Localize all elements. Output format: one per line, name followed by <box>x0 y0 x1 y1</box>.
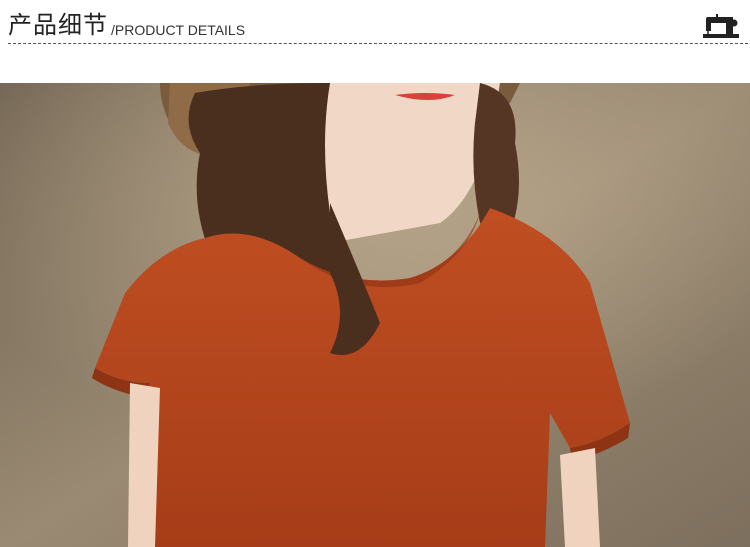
product-photo <box>0 83 750 547</box>
section-title: 产品细节 <box>8 11 108 39</box>
section-subtitle: /PRODUCT DETAILS <box>111 22 246 38</box>
sewing-machine-icon <box>703 14 741 40</box>
section-header: 产品细节 /PRODUCT DETAILS <box>0 0 750 44</box>
header-divider <box>8 43 748 44</box>
